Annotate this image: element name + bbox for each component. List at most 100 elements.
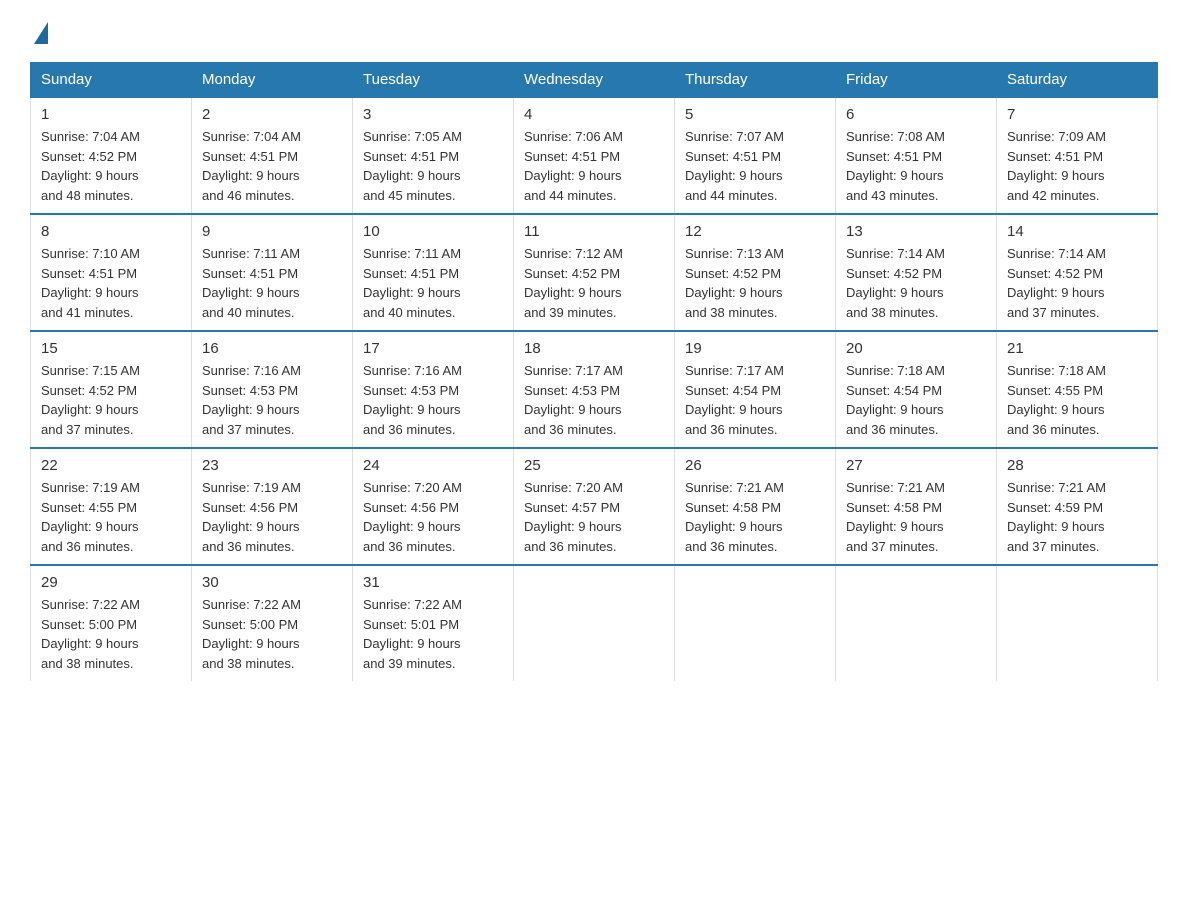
calendar-cell: 12 Sunrise: 7:13 AMSunset: 4:52 PMDaylig… bbox=[675, 214, 836, 331]
calendar-cell: 3 Sunrise: 7:05 AMSunset: 4:51 PMDayligh… bbox=[353, 97, 514, 214]
day-number: 12 bbox=[685, 223, 825, 240]
day-number: 11 bbox=[524, 223, 664, 240]
calendar-cell: 10 Sunrise: 7:11 AMSunset: 4:51 PMDaylig… bbox=[353, 214, 514, 331]
calendar-cell: 31 Sunrise: 7:22 AMSunset: 5:01 PMDaylig… bbox=[353, 565, 514, 681]
day-number: 28 bbox=[1007, 457, 1147, 474]
weekday-header: Wednesday bbox=[514, 63, 675, 98]
calendar-cell bbox=[997, 565, 1158, 681]
day-number: 1 bbox=[41, 106, 181, 123]
day-info: Sunrise: 7:22 AMSunset: 5:00 PMDaylight:… bbox=[202, 597, 301, 671]
day-info: Sunrise: 7:15 AMSunset: 4:52 PMDaylight:… bbox=[41, 363, 140, 437]
calendar-cell: 1 Sunrise: 7:04 AMSunset: 4:52 PMDayligh… bbox=[31, 97, 192, 214]
calendar-cell: 14 Sunrise: 7:14 AMSunset: 4:52 PMDaylig… bbox=[997, 214, 1158, 331]
day-info: Sunrise: 7:04 AMSunset: 4:51 PMDaylight:… bbox=[202, 129, 301, 203]
day-number: 27 bbox=[846, 457, 986, 474]
day-info: Sunrise: 7:05 AMSunset: 4:51 PMDaylight:… bbox=[363, 129, 462, 203]
calendar-cell: 2 Sunrise: 7:04 AMSunset: 4:51 PMDayligh… bbox=[192, 97, 353, 214]
weekday-header: Monday bbox=[192, 63, 353, 98]
weekday-header: Thursday bbox=[675, 63, 836, 98]
day-number: 5 bbox=[685, 106, 825, 123]
day-number: 17 bbox=[363, 340, 503, 357]
calendar-cell: 13 Sunrise: 7:14 AMSunset: 4:52 PMDaylig… bbox=[836, 214, 997, 331]
calendar-cell: 28 Sunrise: 7:21 AMSunset: 4:59 PMDaylig… bbox=[997, 448, 1158, 565]
day-number: 13 bbox=[846, 223, 986, 240]
calendar-week-row: 29 Sunrise: 7:22 AMSunset: 5:00 PMDaylig… bbox=[31, 565, 1158, 681]
day-info: Sunrise: 7:20 AMSunset: 4:57 PMDaylight:… bbox=[524, 480, 623, 554]
calendar-cell: 7 Sunrise: 7:09 AMSunset: 4:51 PMDayligh… bbox=[997, 97, 1158, 214]
day-number: 10 bbox=[363, 223, 503, 240]
day-number: 31 bbox=[363, 574, 503, 591]
day-info: Sunrise: 7:14 AMSunset: 4:52 PMDaylight:… bbox=[846, 246, 945, 320]
day-info: Sunrise: 7:08 AMSunset: 4:51 PMDaylight:… bbox=[846, 129, 945, 203]
day-info: Sunrise: 7:20 AMSunset: 4:56 PMDaylight:… bbox=[363, 480, 462, 554]
day-info: Sunrise: 7:18 AMSunset: 4:55 PMDaylight:… bbox=[1007, 363, 1106, 437]
calendar-cell: 18 Sunrise: 7:17 AMSunset: 4:53 PMDaylig… bbox=[514, 331, 675, 448]
day-info: Sunrise: 7:13 AMSunset: 4:52 PMDaylight:… bbox=[685, 246, 784, 320]
calendar-cell: 24 Sunrise: 7:20 AMSunset: 4:56 PMDaylig… bbox=[353, 448, 514, 565]
calendar-week-row: 15 Sunrise: 7:15 AMSunset: 4:52 PMDaylig… bbox=[31, 331, 1158, 448]
day-number: 4 bbox=[524, 106, 664, 123]
day-number: 16 bbox=[202, 340, 342, 357]
logo bbox=[30, 20, 48, 42]
calendar-cell: 9 Sunrise: 7:11 AMSunset: 4:51 PMDayligh… bbox=[192, 214, 353, 331]
day-info: Sunrise: 7:19 AMSunset: 4:56 PMDaylight:… bbox=[202, 480, 301, 554]
calendar-cell: 4 Sunrise: 7:06 AMSunset: 4:51 PMDayligh… bbox=[514, 97, 675, 214]
calendar-week-row: 1 Sunrise: 7:04 AMSunset: 4:52 PMDayligh… bbox=[31, 97, 1158, 214]
day-number: 21 bbox=[1007, 340, 1147, 357]
calendar-cell: 22 Sunrise: 7:19 AMSunset: 4:55 PMDaylig… bbox=[31, 448, 192, 565]
calendar-cell: 25 Sunrise: 7:20 AMSunset: 4:57 PMDaylig… bbox=[514, 448, 675, 565]
calendar-cell: 30 Sunrise: 7:22 AMSunset: 5:00 PMDaylig… bbox=[192, 565, 353, 681]
calendar-cell bbox=[514, 565, 675, 681]
calendar-cell: 15 Sunrise: 7:15 AMSunset: 4:52 PMDaylig… bbox=[31, 331, 192, 448]
calendar-cell: 5 Sunrise: 7:07 AMSunset: 4:51 PMDayligh… bbox=[675, 97, 836, 214]
day-info: Sunrise: 7:21 AMSunset: 4:58 PMDaylight:… bbox=[685, 480, 784, 554]
calendar-cell: 16 Sunrise: 7:16 AMSunset: 4:53 PMDaylig… bbox=[192, 331, 353, 448]
day-number: 2 bbox=[202, 106, 342, 123]
calendar-cell: 6 Sunrise: 7:08 AMSunset: 4:51 PMDayligh… bbox=[836, 97, 997, 214]
calendar-cell bbox=[836, 565, 997, 681]
day-number: 18 bbox=[524, 340, 664, 357]
calendar-cell: 26 Sunrise: 7:21 AMSunset: 4:58 PMDaylig… bbox=[675, 448, 836, 565]
day-info: Sunrise: 7:16 AMSunset: 4:53 PMDaylight:… bbox=[202, 363, 301, 437]
day-number: 23 bbox=[202, 457, 342, 474]
day-number: 19 bbox=[685, 340, 825, 357]
day-number: 22 bbox=[41, 457, 181, 474]
day-number: 8 bbox=[41, 223, 181, 240]
day-number: 6 bbox=[846, 106, 986, 123]
day-number: 24 bbox=[363, 457, 503, 474]
day-number: 30 bbox=[202, 574, 342, 591]
day-number: 25 bbox=[524, 457, 664, 474]
day-info: Sunrise: 7:07 AMSunset: 4:51 PMDaylight:… bbox=[685, 129, 784, 203]
day-info: Sunrise: 7:18 AMSunset: 4:54 PMDaylight:… bbox=[846, 363, 945, 437]
day-number: 29 bbox=[41, 574, 181, 591]
day-info: Sunrise: 7:17 AMSunset: 4:54 PMDaylight:… bbox=[685, 363, 784, 437]
weekday-header: Friday bbox=[836, 63, 997, 98]
calendar-cell: 17 Sunrise: 7:16 AMSunset: 4:53 PMDaylig… bbox=[353, 331, 514, 448]
calendar-week-row: 22 Sunrise: 7:19 AMSunset: 4:55 PMDaylig… bbox=[31, 448, 1158, 565]
page-header bbox=[30, 20, 1158, 42]
logo-triangle-icon bbox=[34, 22, 48, 44]
calendar-cell: 21 Sunrise: 7:18 AMSunset: 4:55 PMDaylig… bbox=[997, 331, 1158, 448]
calendar-cell bbox=[675, 565, 836, 681]
day-info: Sunrise: 7:12 AMSunset: 4:52 PMDaylight:… bbox=[524, 246, 623, 320]
day-number: 9 bbox=[202, 223, 342, 240]
calendar-header-row: SundayMondayTuesdayWednesdayThursdayFrid… bbox=[31, 63, 1158, 98]
day-info: Sunrise: 7:06 AMSunset: 4:51 PMDaylight:… bbox=[524, 129, 623, 203]
day-info: Sunrise: 7:16 AMSunset: 4:53 PMDaylight:… bbox=[363, 363, 462, 437]
day-info: Sunrise: 7:22 AMSunset: 5:00 PMDaylight:… bbox=[41, 597, 140, 671]
day-info: Sunrise: 7:11 AMSunset: 4:51 PMDaylight:… bbox=[363, 246, 461, 320]
calendar-cell: 29 Sunrise: 7:22 AMSunset: 5:00 PMDaylig… bbox=[31, 565, 192, 681]
day-number: 20 bbox=[846, 340, 986, 357]
calendar-cell: 20 Sunrise: 7:18 AMSunset: 4:54 PMDaylig… bbox=[836, 331, 997, 448]
calendar-cell: 23 Sunrise: 7:19 AMSunset: 4:56 PMDaylig… bbox=[192, 448, 353, 565]
day-info: Sunrise: 7:09 AMSunset: 4:51 PMDaylight:… bbox=[1007, 129, 1106, 203]
weekday-header: Sunday bbox=[31, 63, 192, 98]
day-number: 15 bbox=[41, 340, 181, 357]
calendar-cell: 27 Sunrise: 7:21 AMSunset: 4:58 PMDaylig… bbox=[836, 448, 997, 565]
day-info: Sunrise: 7:14 AMSunset: 4:52 PMDaylight:… bbox=[1007, 246, 1106, 320]
calendar-cell: 11 Sunrise: 7:12 AMSunset: 4:52 PMDaylig… bbox=[514, 214, 675, 331]
day-number: 14 bbox=[1007, 223, 1147, 240]
day-info: Sunrise: 7:11 AMSunset: 4:51 PMDaylight:… bbox=[202, 246, 300, 320]
day-info: Sunrise: 7:22 AMSunset: 5:01 PMDaylight:… bbox=[363, 597, 462, 671]
day-info: Sunrise: 7:17 AMSunset: 4:53 PMDaylight:… bbox=[524, 363, 623, 437]
